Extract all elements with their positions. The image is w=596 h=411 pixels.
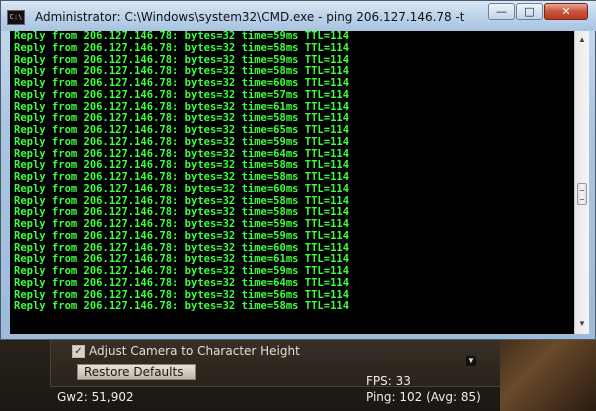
console-line: Reply from 206.127.146.78: bytes=32 time… [14, 135, 350, 148]
window-controls: — □ ✕ [488, 3, 589, 20]
fps-readout: FPS: 33 [366, 374, 411, 388]
console-line: Reply from 206.127.146.78: bytes=32 time… [14, 88, 350, 101]
console-line: Reply from 206.127.146.78: bytes=32 time… [14, 182, 350, 195]
console-line: Reply from 206.127.146.78: bytes=32 time… [14, 218, 350, 230]
console-line: Reply from 206.127.146.78: bytes=32 time… [14, 31, 350, 42]
restore-defaults-button[interactable]: Restore Defaults [77, 364, 196, 380]
console-line: Reply from 206.127.146.78: bytes=32 time… [14, 265, 350, 277]
cmd-window: C:\ Administrator: C:\Windows\system32\C… [0, 0, 596, 340]
cmd-icon[interactable]: C:\ [7, 10, 25, 25]
console-line: Reply from 206.127.146.78: bytes=32 time… [14, 229, 350, 242]
minimize-button[interactable]: — [488, 3, 515, 20]
console-line: Reply from 206.127.146.78: bytes=32 time… [14, 124, 350, 136]
game-rope-decoration [500, 330, 596, 411]
vertical-scrollbar[interactable]: ▲ ▼ [574, 31, 589, 334]
gw2-counter: Gw2: 51,902 [57, 390, 134, 404]
minimize-icon: — [496, 5, 507, 18]
console-line: Reply from 206.127.146.78: bytes=32 time… [14, 41, 350, 54]
window-title: Administrator: C:\Windows\system32\CMD.e… [35, 10, 465, 24]
console-line: Reply from 206.127.146.78: bytes=32 time… [14, 171, 350, 183]
scroll-thumb[interactable] [577, 183, 587, 205]
title-bar[interactable]: C:\ Administrator: C:\Windows\system32\C… [1, 1, 596, 31]
grip-icon [580, 190, 584, 200]
adjust-camera-label: Adjust Camera to Character Height [89, 344, 300, 358]
console-line: Reply from 206.127.146.78: bytes=32 time… [14, 77, 350, 89]
maximize-icon: □ [524, 5, 535, 18]
adjust-camera-option[interactable]: ✓ Adjust Camera to Character Height [72, 344, 300, 358]
chevron-down-icon[interactable]: ▼ [575, 317, 589, 331]
chevron-down-icon[interactable]: ▼ [466, 356, 476, 366]
console-output[interactable]: Reply from 206.127.146.78: bytes=32 time… [10, 31, 574, 334]
close-icon: ✕ [561, 5, 571, 18]
adjust-camera-checkbox[interactable]: ✓ [72, 344, 85, 358]
ping-readout: Ping: 102 (Avg: 85) [366, 390, 481, 404]
close-button[interactable]: ✕ [544, 3, 588, 20]
chevron-up-icon[interactable]: ▲ [575, 33, 589, 47]
console-line: Reply from 206.127.146.78: bytes=32 time… [14, 276, 350, 289]
check-icon: ✓ [74, 345, 83, 357]
console-line: Reply from 206.127.146.78: bytes=32 time… [14, 300, 350, 313]
maximize-button[interactable]: □ [516, 3, 543, 20]
